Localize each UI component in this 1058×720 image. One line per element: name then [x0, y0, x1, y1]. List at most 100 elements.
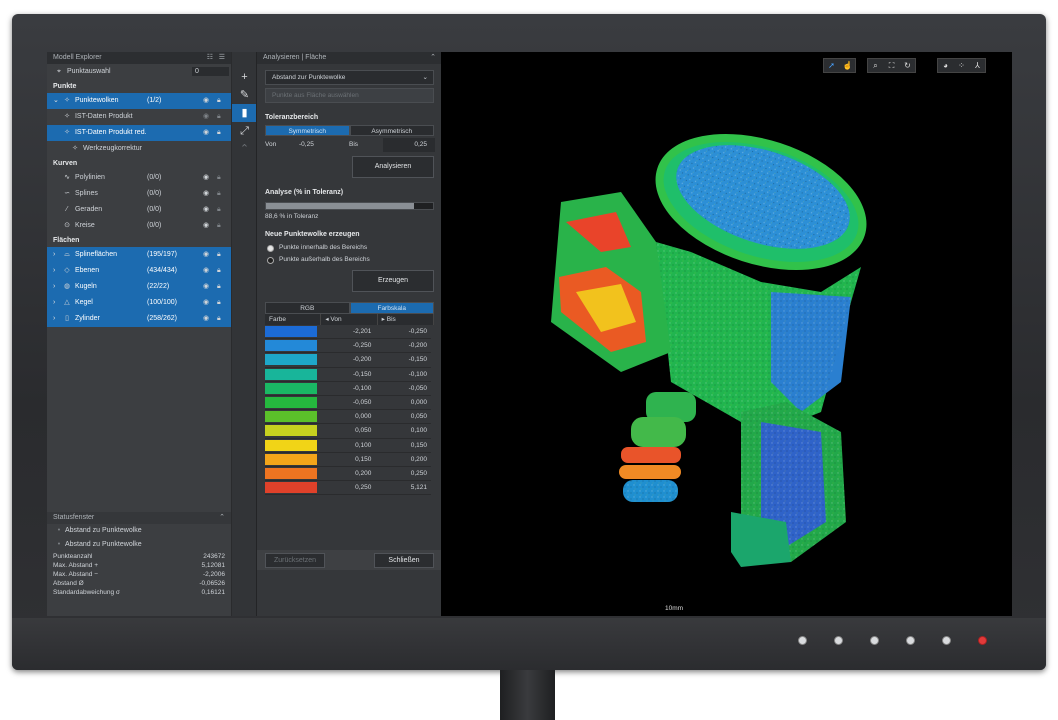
range-to[interactable]: -0,200: [375, 338, 431, 354]
range-from[interactable]: 0,100: [319, 438, 376, 453]
lock-icon[interactable]: 🔒︎: [217, 279, 221, 295]
eye-icon[interactable]: ◉: [203, 125, 209, 141]
range-from[interactable]: -2,201: [319, 325, 376, 340]
monitor-button[interactable]: [798, 636, 807, 645]
analyze-icon[interactable]: ▮: [232, 104, 257, 122]
colorscale-row[interactable]: -0,100 -0,050: [265, 381, 431, 396]
tolerance-mode-toggle[interactable]: Symmetrisch Asymmetrisch: [265, 125, 434, 136]
range-to[interactable]: 0,250: [375, 466, 431, 482]
tree-item-splineflaechen[interactable]: › ⌓ Splineflächen (195/197) ◉ 🔒︎: [47, 247, 231, 263]
color-swatch[interactable]: [265, 367, 320, 382]
color-swatch[interactable]: [265, 466, 320, 482]
collapse-icon[interactable]: ⌃: [232, 140, 257, 158]
range-from[interactable]: 0,200: [319, 466, 376, 482]
range-from[interactable]: 0,150: [319, 452, 376, 467]
eye-icon[interactable]: ◉: [203, 202, 209, 218]
range-from[interactable]: -0,200: [319, 352, 376, 368]
tree-item-polylinien[interactable]: ∿ Polylinien (0/0) ◉ 🔒︎: [47, 170, 231, 186]
eye-icon[interactable]: ◉: [203, 295, 209, 311]
color-swatch[interactable]: [265, 438, 320, 453]
eye-icon[interactable]: ◉: [203, 186, 209, 202]
tree-item-ist-daten-red[interactable]: ✧ IST-Daten Produkt red. ◉ 🔒︎: [47, 125, 231, 141]
range-from[interactable]: -0,100: [319, 381, 376, 396]
color-swatch[interactable]: [265, 452, 320, 467]
monitor-button[interactable]: [834, 636, 843, 645]
tree-item-kugeln[interactable]: › ◍ Kugeln (22/22) ◉ 🔒︎: [47, 279, 231, 295]
range-from[interactable]: 0,050: [319, 423, 376, 439]
tree-item-werkzeugkorrektur[interactable]: ✧ Werkzeugkorrektur: [47, 141, 231, 157]
color-swatch[interactable]: [265, 409, 320, 425]
color-swatch[interactable]: [265, 395, 320, 411]
3d-viewport[interactable]: ➚ ☝ ⌕ ⛶ ↻ ◕ ⁘ ⅄ 10mm: [441, 52, 1012, 616]
tree-item-punktewolken[interactable]: ⌄ ✧ Punktewolken (1/2) ◉ 🔒︎: [47, 93, 231, 109]
colorscale-row[interactable]: -0,150 -0,100: [265, 367, 431, 382]
tree-item-ist-daten[interactable]: ✧ IST-Daten Produkt ◉ 🔒︎: [47, 109, 231, 125]
colorscale-row[interactable]: 0,250 5,121: [265, 480, 431, 496]
analyze-button[interactable]: Analysieren: [352, 156, 434, 178]
tab-symmetric[interactable]: Symmetrisch: [265, 125, 350, 136]
point-selection-value[interactable]: 0: [192, 67, 229, 76]
range-from[interactable]: -0,250: [319, 338, 376, 354]
range-to[interactable]: 0,200: [375, 452, 431, 467]
tree-item-ebenen[interactable]: › ◇ Ebenen (434/434) ◉ 🔒︎: [47, 263, 231, 279]
chevron-down-icon[interactable]: ⌄: [53, 93, 61, 109]
chevron-right-icon[interactable]: ›: [53, 295, 61, 311]
range-to[interactable]: 0,050: [375, 409, 431, 425]
tab-farbskala[interactable]: Farbskala: [349, 302, 434, 314]
lock-icon[interactable]: 🔒︎: [217, 170, 221, 186]
color-swatch[interactable]: [265, 325, 320, 340]
range-from[interactable]: -0,050: [319, 395, 376, 411]
range-to[interactable]: -0,150: [375, 352, 431, 368]
chevron-right-icon[interactable]: ›: [53, 263, 61, 279]
collapse-icon[interactable]: ⌃: [430, 52, 436, 64]
lock-icon[interactable]: 🔒︎: [217, 218, 221, 234]
lock-icon[interactable]: 🔒︎: [217, 125, 221, 141]
tab-rgb[interactable]: RGB: [265, 302, 350, 314]
to-field[interactable]: 0,25: [383, 138, 435, 152]
color-swatch[interactable]: [265, 338, 320, 354]
range-to[interactable]: 0,100: [375, 423, 431, 439]
radio-inside[interactable]: Punkte innerhalb des Bereichs: [265, 242, 434, 254]
range-to[interactable]: 5,121: [375, 480, 431, 496]
tree-item-geraden[interactable]: ⁄ Geraden (0/0) ◉ 🔒︎: [47, 202, 231, 218]
tree-item-zylinder[interactable]: › ▯ Zylinder (258/262) ◉ 🔒︎: [47, 311, 231, 327]
range-to[interactable]: -0,100: [375, 367, 431, 382]
status-entry[interactable]: • Abstand zu Punktewolke: [47, 524, 231, 538]
color-swatch[interactable]: [265, 352, 320, 368]
color-swatch[interactable]: [265, 423, 320, 439]
chevron-right-icon[interactable]: ›: [53, 247, 61, 263]
lock-icon[interactable]: 🔒︎: [217, 202, 221, 218]
tree-item-kreise[interactable]: ⊙ Kreise (0/0) ◉ 🔒︎: [47, 218, 231, 234]
colorscale-row[interactable]: 0,000 0,050: [265, 409, 431, 425]
range-from[interactable]: 0,000: [319, 409, 376, 425]
eye-icon[interactable]: ◉: [203, 93, 209, 109]
eye-icon[interactable]: ◉: [203, 247, 209, 263]
monitor-button[interactable]: [942, 636, 951, 645]
chevron-right-icon[interactable]: ›: [53, 279, 61, 295]
colorscale-row[interactable]: 0,050 0,100: [265, 423, 431, 439]
expand-icon[interactable]: ⤢: [232, 122, 257, 140]
colorscale-row[interactable]: 0,200 0,250: [265, 466, 431, 482]
radio-outside[interactable]: Punkte außerhalb des Bereichs: [265, 254, 434, 266]
lock-icon[interactable]: 🔒︎: [217, 186, 221, 202]
range-from[interactable]: -0,150: [319, 367, 376, 382]
colorscale-row[interactable]: -0,200 -0,150: [265, 352, 431, 368]
add-icon[interactable]: +: [232, 68, 257, 86]
reset-button[interactable]: Zurücksetzen: [265, 553, 325, 568]
create-button[interactable]: Erzeugen: [352, 270, 434, 292]
range-to[interactable]: 0,000: [375, 395, 431, 411]
colorscale-row[interactable]: -2,201 -0,250: [265, 325, 431, 340]
lock-icon[interactable]: 🔒︎: [217, 93, 221, 109]
analysis-mode-select[interactable]: Abstand zur Punktewolke ⌄: [265, 70, 434, 85]
color-swatch[interactable]: [265, 381, 320, 396]
lock-icon[interactable]: 🔒︎: [217, 295, 221, 311]
colorscale-tabs[interactable]: RGB Farbskala: [265, 302, 434, 314]
colorscale-row[interactable]: -0,250 -0,200: [265, 338, 431, 354]
lock-icon[interactable]: 🔒︎: [217, 247, 221, 263]
eye-icon[interactable]: ◉: [203, 263, 209, 279]
menu-icon[interactable]: ☰: [219, 52, 225, 64]
lock-icon[interactable]: 🔒︎: [217, 109, 221, 125]
chevron-right-icon[interactable]: ›: [53, 311, 61, 327]
colorscale-row[interactable]: 0,100 0,150: [265, 438, 431, 453]
tree-item-kegel[interactable]: › △ Kegel (100/100) ◉ 🔒︎: [47, 295, 231, 311]
